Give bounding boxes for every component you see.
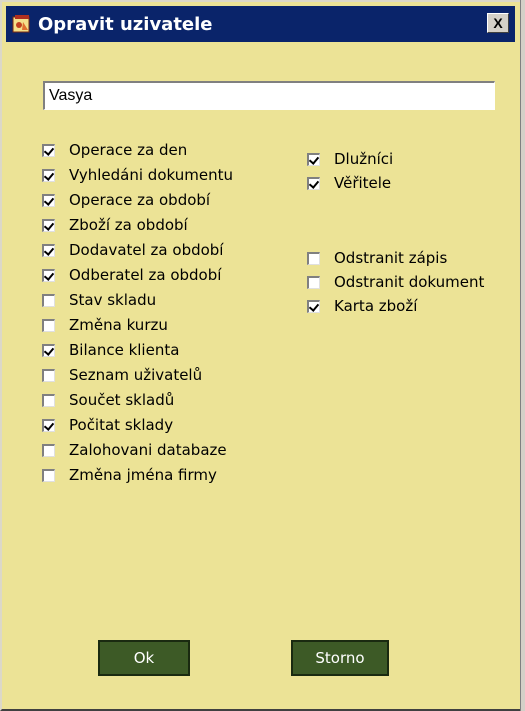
dialog-title: Opravit uzivatele [38,13,213,35]
permission-checkbox[interactable]: Odstranit zápis [307,246,447,270]
permission-checkbox[interactable]: Zboží za období [42,213,188,237]
permission-checkbox[interactable]: Karta zboží [307,294,417,318]
permission-label: Bilance klienta [69,341,180,359]
checkbox-unchecked[interactable] [42,468,55,482]
permission-checkbox[interactable]: Operace za den [42,138,187,162]
permission-label: Počitat sklady [69,416,174,434]
permission-checkbox[interactable]: Zalohovani databaze [42,438,227,462]
checkbox-checked[interactable] [42,168,55,182]
permission-label: Změna kurzu [69,316,168,334]
permission-label: Operace za období [69,191,211,209]
close-icon: X [493,15,503,31]
permission-checkbox[interactable]: Dlužníci [307,147,393,171]
app-icon [12,15,30,33]
permission-label: Operace za den [69,141,188,159]
cancel-button[interactable]: Storno [291,640,389,676]
permission-label: Dodavatel za období [69,241,224,259]
permission-label: Změna jména firmy [69,466,217,484]
checkbox-unchecked[interactable] [307,275,320,289]
permission-checkbox[interactable]: Stav skladu [42,288,156,312]
checkbox-checked[interactable] [42,243,55,257]
checkbox-checked[interactable] [42,143,55,157]
permission-checkbox[interactable]: Operace za období [42,188,210,212]
title-bar[interactable]: Opravit uzivatele X [6,6,515,42]
permission-label: Karta zboží [334,297,418,315]
checkbox-checked[interactable] [42,218,55,232]
permission-label: Věřitele [334,174,392,192]
edit-user-dialog: Opravit uzivatele X Operace za den Vyhled… [0,0,525,711]
checkbox-unchecked[interactable] [42,368,55,382]
permission-checkbox[interactable]: Součet skladů [42,388,174,412]
checkbox-unchecked[interactable] [42,393,55,407]
ok-button[interactable]: Ok [98,640,190,676]
permission-checkbox[interactable]: Změna jména firmy [42,463,217,487]
checkbox-unchecked[interactable] [307,251,320,265]
permission-label: Dlužníci [334,150,394,168]
permission-label: Odstranit dokument [334,273,485,291]
username-field[interactable] [43,81,495,110]
checkbox-checked[interactable] [307,176,320,190]
permission-checkbox[interactable]: Vyhledáni dokumentu [42,163,233,187]
checkbox-checked[interactable] [42,343,55,357]
permission-label: Odberatel za období [69,266,222,284]
window-edge [520,0,525,711]
permission-checkbox[interactable]: Odstranit dokument [307,270,484,294]
checkbox-unchecked[interactable] [42,293,55,307]
checkbox-checked[interactable] [42,268,55,282]
checkbox-checked[interactable] [42,193,55,207]
checkbox-unchecked[interactable] [42,318,55,332]
permission-label: Vyhledáni dokumentu [69,166,233,184]
close-button[interactable]: X [487,13,509,33]
permission-checkbox[interactable]: Počitat sklady [42,413,173,437]
checkbox-checked[interactable] [307,152,320,166]
permission-label: Zalohovani databaze [69,441,227,459]
permission-checkbox[interactable]: Odberatel za období [42,263,221,287]
permission-checkbox[interactable]: Věřitele [307,171,391,195]
permission-checkbox[interactable]: Bilance klienta [42,338,179,362]
permission-checkbox[interactable]: Seznam uživatelů [42,363,202,387]
permission-label: Zboží za období [69,216,188,234]
checkbox-checked[interactable] [307,299,320,313]
checkbox-unchecked[interactable] [42,443,55,457]
permission-label: Stav skladu [69,291,157,309]
permission-checkbox[interactable]: Změna kurzu [42,313,168,337]
permission-label: Součet skladů [69,391,175,409]
permission-label: Odstranit zápis [334,249,448,267]
permission-label: Seznam uživatelů [69,366,203,384]
checkbox-checked[interactable] [42,418,55,432]
permission-checkbox[interactable]: Dodavatel za období [42,238,223,262]
